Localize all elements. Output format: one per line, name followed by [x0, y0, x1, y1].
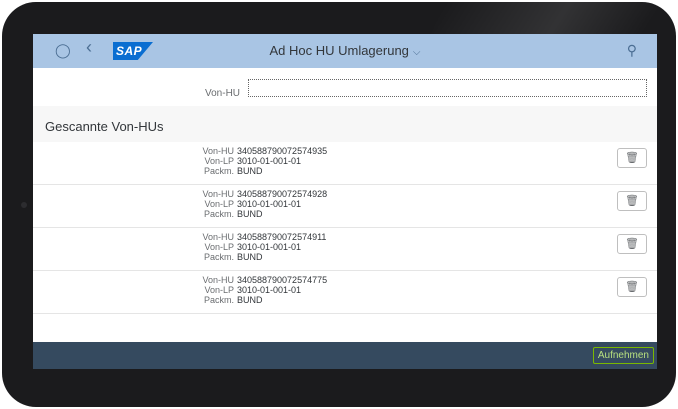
von-hu-form-row: Von-HU [33, 68, 657, 107]
delete-button[interactable]: 🗑 [617, 234, 647, 254]
trash-icon: 🗑 [625, 238, 639, 250]
hu-label: Von-HU [202, 275, 234, 285]
aufnehmen-button[interactable]: Aufnehmen [592, 347, 654, 364]
lp-label: Von-LP [204, 285, 234, 295]
search-icon[interactable]: ⚲ [627, 43, 637, 57]
trash-icon: 🗑 [625, 152, 639, 164]
item-details: Von-HU 340588790072574928 Von-LP 3010-01-0… [200, 189, 327, 219]
von-hu-input[interactable] [248, 79, 647, 97]
packm-label: Packm. [203, 209, 234, 219]
shell-bar: ◯ ‹ SAP Ad Hoc HU Umlagerung ⌵ ⚲ [33, 34, 657, 68]
tablet-frame: ◯ ‹ SAP Ad Hoc HU Umlagerung ⌵ ⚲ Von-HU G… [2, 2, 676, 407]
camera [21, 202, 27, 208]
delete-button[interactable]: 🗑 [617, 277, 647, 297]
lp-label: Von-LP [204, 199, 234, 209]
hu-value: 340588790072574775 [237, 275, 328, 285]
hu-value: 340588790072574928 [237, 189, 328, 199]
packm-label: Packm. [203, 295, 234, 305]
hu-value: 340588790072574935 [237, 146, 328, 156]
app-screen: ◯ ‹ SAP Ad Hoc HU Umlagerung ⌵ ⚲ Von-HU G… [33, 34, 657, 369]
packm-label: Packm. [203, 166, 234, 176]
list-item[interactable]: Von-HU 340588790072574775 Von-LP 3010-01-0… [33, 271, 657, 314]
list-item[interactable]: Von-HU 340588790072574911 Von-LP 3010-01-0… [33, 228, 657, 271]
packm-value: BUND [237, 209, 263, 219]
lp-value: 3010-01-001-01 [237, 242, 302, 252]
hu-label: Von-HU [202, 232, 234, 242]
lp-value: 3010-01-001-01 [237, 199, 302, 209]
list-item[interactable]: Von-HU 340588790072574935 Von-LP 3010-01-0… [33, 142, 657, 185]
hu-value: 340588790072574911 [237, 232, 327, 242]
delete-button[interactable]: 🗑 [617, 191, 647, 211]
lp-value: 3010-01-001-01 [237, 156, 302, 166]
footer-toolbar: Aufnehmen [33, 342, 657, 369]
lp-label: Von-LP [204, 156, 234, 166]
app-title[interactable]: Ad Hoc HU Umlagerung ⌵ [33, 43, 657, 58]
trash-icon: 🗑 [625, 195, 639, 207]
delete-button[interactable]: 🗑 [617, 148, 647, 168]
packm-value: BUND [237, 252, 263, 262]
trash-icon: 🗑 [625, 281, 639, 293]
item-details: Von-HU 340588790072574911 Von-LP 3010-01-0… [200, 232, 326, 262]
list-item[interactable]: Von-HU 340588790072574928 Von-LP 3010-01-0… [33, 185, 657, 228]
hu-label: Von-HU [202, 146, 234, 156]
section-title: Gescannte Von-HUs [45, 119, 164, 134]
packm-value: BUND [237, 295, 263, 305]
app-title-text: Ad Hoc HU Umlagerung [269, 43, 409, 58]
scanned-hu-list: Von-HU 340588790072574935 Von-LP 3010-01-0… [33, 142, 657, 314]
packm-label: Packm. [203, 252, 234, 262]
chevron-down-icon[interactable]: ⌵ [413, 47, 421, 58]
packm-value: BUND [237, 166, 263, 176]
lp-label: Von-LP [204, 242, 234, 252]
von-hu-label: Von-HU [205, 88, 241, 99]
lp-value: 3010-01-001-01 [237, 285, 302, 295]
item-details: Von-HU 340588790072574775 Von-LP 3010-01-0… [200, 275, 327, 305]
hu-label: Von-HU [202, 189, 234, 199]
item-details: Von-HU 340588790072574935 Von-LP 3010-01-0… [200, 146, 327, 176]
